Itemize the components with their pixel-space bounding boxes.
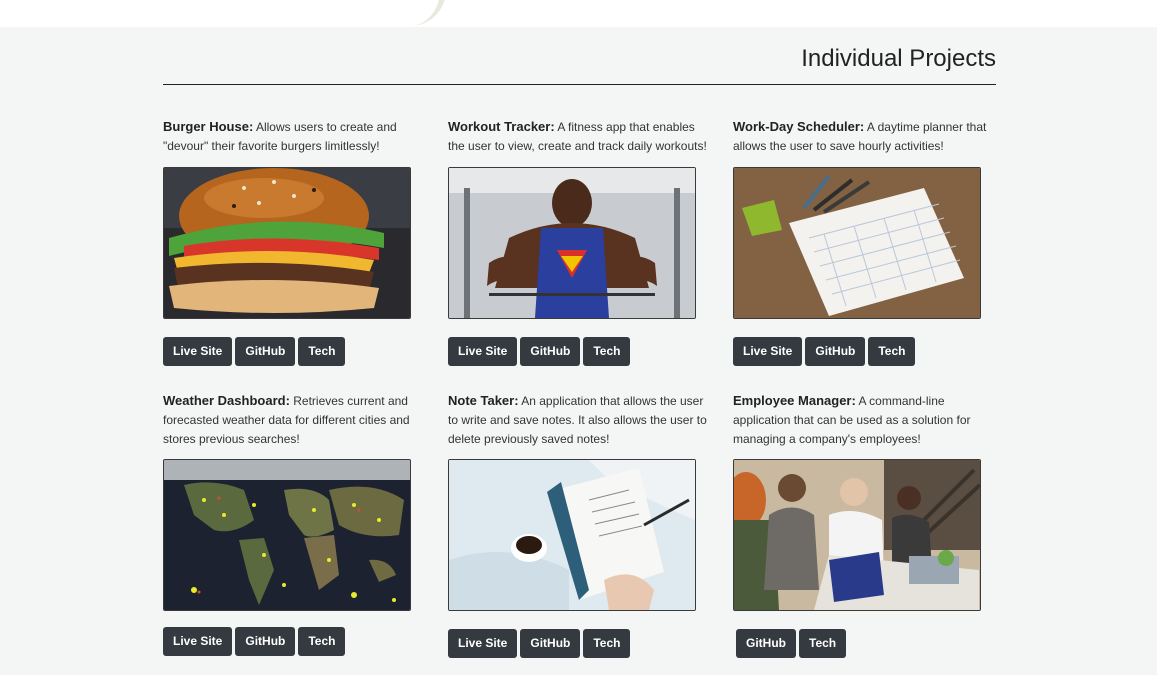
project-card-weather-dashboard: Weather Dashboard: Retrieves current and…: [163, 391, 423, 449]
github-button[interactable]: GitHub: [235, 627, 296, 656]
notebook-coffee-photo: [448, 459, 696, 611]
project-name: Weather Dashboard:: [163, 393, 290, 408]
section-divider: [163, 84, 996, 85]
live-site-button[interactable]: Live Site: [163, 627, 233, 656]
header-strip: [0, 0, 1157, 27]
project-card-work-day-scheduler: Work-Day Scheduler: A daytime planner th…: [733, 117, 993, 156]
tech-button[interactable]: Tech: [799, 629, 847, 658]
project-actions: Live Site GitHub Tech: [163, 337, 346, 366]
tech-button[interactable]: Tech: [298, 627, 346, 656]
project-name: Note Taker:: [448, 393, 519, 408]
tech-button[interactable]: Tech: [583, 629, 631, 658]
bodybuilder-photo: [448, 167, 696, 319]
live-site-button[interactable]: Live Site: [448, 337, 518, 366]
project-actions: GitHub Tech: [736, 629, 847, 658]
projects-section: Individual Projects: [163, 27, 996, 85]
office-meeting-photo: [733, 459, 981, 611]
project-description: Weather Dashboard: Retrieves current and…: [163, 391, 423, 449]
github-button[interactable]: GitHub: [520, 337, 581, 366]
project-description: Burger House: Allows users to create and…: [163, 117, 423, 156]
project-card-note-taker: Note Taker: An application that allows t…: [448, 391, 708, 449]
tech-button[interactable]: Tech: [868, 337, 916, 366]
project-description: Employee Manager: A command-line applica…: [733, 391, 993, 449]
project-name: Workout Tracker:: [448, 119, 555, 134]
project-actions: Live Site GitHub Tech: [733, 337, 916, 366]
project-name: Burger House:: [163, 119, 254, 134]
project-name: Employee Manager:: [733, 393, 856, 408]
github-button[interactable]: GitHub: [805, 337, 866, 366]
github-button[interactable]: GitHub: [736, 629, 796, 658]
live-site-button[interactable]: Live Site: [163, 337, 233, 366]
live-site-button[interactable]: Live Site: [733, 337, 803, 366]
project-description: Workout Tracker: A fitness app that enab…: [448, 117, 708, 156]
project-actions: Live Site GitHub Tech: [448, 629, 631, 658]
tech-button[interactable]: Tech: [298, 337, 346, 366]
section-title: Individual Projects: [801, 45, 996, 72]
tech-button[interactable]: Tech: [583, 337, 631, 366]
project-actions: Live Site GitHub Tech: [163, 627, 346, 656]
project-card-employee-manager: Employee Manager: A command-line applica…: [733, 391, 993, 449]
live-site-button[interactable]: Live Site: [448, 629, 518, 658]
world-weather-map-photo: [163, 459, 411, 611]
decorative-leaf: [410, 0, 446, 26]
project-description: Work-Day Scheduler: A daytime planner th…: [733, 117, 993, 156]
project-card-burger-house: Burger House: Allows users to create and…: [163, 117, 423, 156]
project-actions: Live Site GitHub Tech: [448, 337, 631, 366]
project-card-workout-tracker: Workout Tracker: A fitness app that enab…: [448, 117, 708, 156]
github-button[interactable]: GitHub: [520, 629, 581, 658]
project-description: Note Taker: An application that allows t…: [448, 391, 708, 449]
github-button[interactable]: GitHub: [235, 337, 296, 366]
project-name: Work-Day Scheduler:: [733, 119, 865, 134]
planner-notebook-photo: [733, 167, 981, 319]
burger-photo: [163, 167, 411, 319]
